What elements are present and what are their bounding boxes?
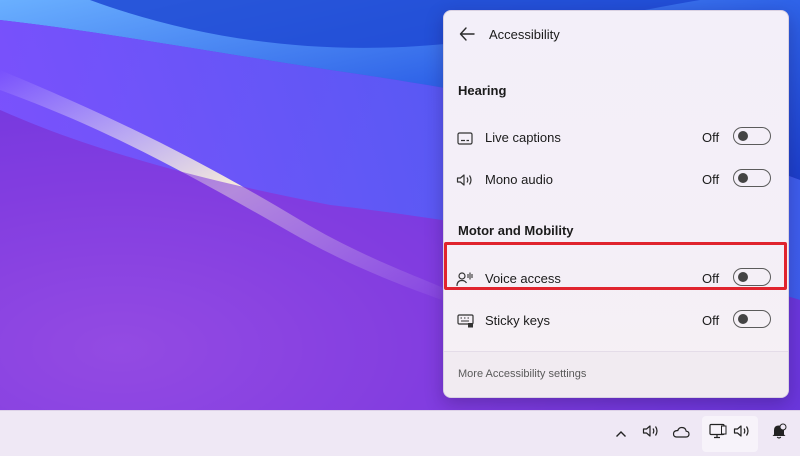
section-heading-hearing: Hearing	[458, 83, 507, 98]
quick-settings-button[interactable]	[702, 415, 758, 452]
live-captions-toggle[interactable]	[733, 127, 771, 145]
cloud-icon	[672, 425, 690, 443]
setting-state: Off	[702, 130, 720, 145]
voice-access-highlight	[444, 242, 787, 290]
setting-row-live-captions[interactable]: Live captions Off	[444, 118, 788, 158]
captions-icon	[456, 130, 474, 146]
setting-row-mono-audio[interactable]: Mono audio Off	[444, 160, 788, 200]
section-heading-motor-mobility: Motor and Mobility	[458, 223, 574, 238]
back-button[interactable]	[454, 25, 480, 47]
volume-icon	[733, 424, 751, 443]
notifications-button[interactable]	[764, 416, 794, 452]
taskbar	[0, 410, 800, 456]
network-icon	[709, 423, 727, 444]
setting-row-sticky-keys[interactable]: Sticky keys Off	[444, 301, 788, 341]
network-tray-button	[706, 416, 730, 452]
setting-label: Mono audio	[485, 172, 553, 187]
speaker-icon	[642, 424, 660, 443]
onedrive-tray-button[interactable]	[666, 416, 696, 452]
show-hidden-icons-button[interactable]	[606, 416, 636, 452]
setting-label: Live captions	[485, 130, 561, 145]
speaker-tray-button[interactable]	[636, 416, 666, 452]
volume-tray-button	[730, 416, 754, 452]
setting-state: Off	[702, 172, 720, 187]
setting-state: Off	[702, 313, 720, 328]
system-tray	[606, 411, 800, 456]
panel-title: Accessibility	[489, 27, 560, 42]
panel-header: Accessibility	[444, 11, 788, 59]
sticky-keys-toggle[interactable]	[733, 310, 771, 328]
mono-audio-toggle[interactable]	[733, 169, 771, 187]
keyboard-icon	[456, 313, 474, 329]
speaker-icon	[456, 172, 474, 188]
notification-bell-icon	[771, 423, 787, 444]
more-accessibility-settings-link[interactable]: More Accessibility settings	[458, 368, 586, 380]
arrow-left-icon	[459, 26, 475, 46]
accessibility-flyout: Accessibility Hearing Live captions Off …	[443, 10, 789, 398]
setting-label: Sticky keys	[485, 313, 551, 328]
chevron-up-icon	[615, 425, 627, 443]
panel-footer: More Accessibility settings	[444, 351, 788, 397]
